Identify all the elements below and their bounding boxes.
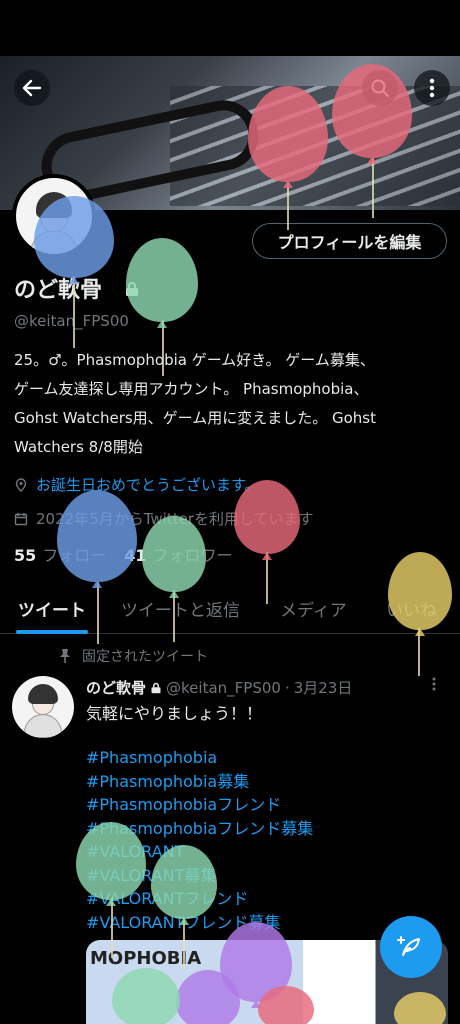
balloon-green <box>151 845 217 919</box>
pinned-tweet-label: 固定されたツイート <box>58 646 208 666</box>
pin-icon <box>60 649 70 663</box>
balloon-string <box>287 182 289 230</box>
balloon-red <box>234 480 300 554</box>
edit-profile-button[interactable]: プロフィールを編集 <box>252 223 447 259</box>
profile-display-name: のど軟骨 <box>14 278 103 303</box>
balloon-green <box>76 822 146 900</box>
status-bar <box>0 0 460 56</box>
more-vertical-icon <box>429 78 435 98</box>
tweet-more-button[interactable] <box>432 676 436 695</box>
tweet-avatar[interactable] <box>12 676 74 738</box>
lock-icon <box>151 682 161 693</box>
balloon-green <box>126 238 198 322</box>
back-button[interactable] <box>14 70 50 106</box>
balloon-string <box>73 276 75 348</box>
balloon-string <box>372 158 374 218</box>
tweet-author-name[interactable]: のど軟骨 <box>86 677 146 698</box>
avatar-hair <box>28 684 58 704</box>
balloon-green <box>142 516 206 592</box>
birthday-text[interactable]: お誕生日おめでとうございます。 <box>36 474 260 495</box>
location-icon <box>15 477 27 492</box>
balloon-yellow <box>388 552 452 630</box>
profile-bio: 25。♂。Phasmophobia ゲーム好き。 ゲーム募集、 ゲーム友達探し専… <box>14 351 377 456</box>
balloon-blue <box>57 490 137 582</box>
hashtag-link[interactable]: #Phasmophobiaフレンド <box>86 793 313 817</box>
balloon-string <box>97 582 99 644</box>
following-count[interactable]: 55 <box>14 546 36 565</box>
tweet-author-handle[interactable]: @keitan_FPS00 <box>166 679 281 697</box>
balloon-blue <box>34 196 114 278</box>
balloon-string <box>183 918 185 968</box>
calendar-icon <box>14 512 28 525</box>
tab-tweets-and-replies[interactable]: ツイートと返信 <box>121 596 240 621</box>
back-arrow-icon <box>22 79 42 97</box>
birthday-row: お誕生日おめでとうございます。 <box>14 474 260 495</box>
hashtag-link[interactable]: #Phasmophobia <box>86 746 313 770</box>
tweet-separator: · <box>284 678 290 697</box>
balloon-red <box>248 86 328 182</box>
tweet-header: のど軟骨 @keitan_FPS00 · 3月23日 <box>86 677 352 698</box>
compose-feather-icon <box>397 936 420 956</box>
tweet-text: 気軽にやりましょう！！ <box>86 704 263 723</box>
compose-tweet-button[interactable] <box>380 916 442 978</box>
avatar-body <box>24 714 62 738</box>
profile-handle: @keitan_FPS00 <box>14 312 129 330</box>
pinned-label-text: 固定されたツイート <box>82 649 208 665</box>
balloon-string <box>111 898 113 958</box>
tab-media[interactable]: メディア <box>280 596 347 621</box>
active-tab-indicator <box>16 630 88 634</box>
more-options-button[interactable] <box>414 70 450 106</box>
balloon-string <box>162 320 164 376</box>
balloon-red <box>332 64 412 158</box>
more-vertical-icon <box>432 677 436 691</box>
tweet-date[interactable]: 3月23日 <box>294 677 353 698</box>
tab-tweets[interactable]: ツイート <box>18 596 86 621</box>
hashtag-link[interactable]: #Phasmophobia募集 <box>86 770 313 794</box>
